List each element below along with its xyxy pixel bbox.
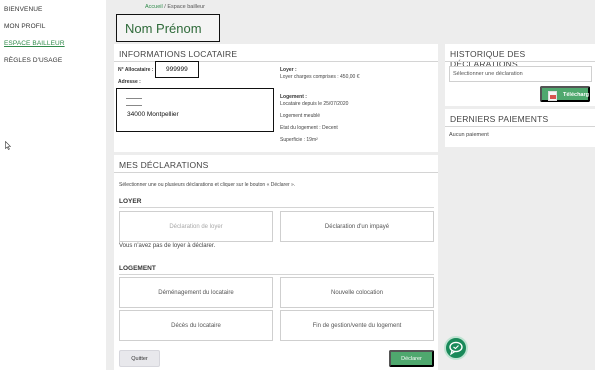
chat-bubble-icon[interactable] bbox=[444, 336, 468, 360]
breadcrumb: Accueil / Espace bailleur bbox=[145, 4, 205, 10]
quit-button[interactable]: Quitter bbox=[119, 350, 160, 367]
tile-declaration-loyer[interactable]: Déclaration de loyer bbox=[119, 211, 273, 242]
nav-item-regles-usage[interactable]: RÈGLES D'USAGE bbox=[4, 57, 62, 64]
section-logement-title: LOGEMENT bbox=[119, 265, 156, 272]
logement-furnished: Logement meublé bbox=[280, 113, 321, 119]
nav-item-espace-bailleur[interactable]: ESPACE BAILLEUR bbox=[4, 40, 65, 47]
declaration-select[interactable]: Sélectionner une déclaration bbox=[449, 66, 592, 82]
address-box: 34000 Montpellier bbox=[116, 88, 274, 132]
declarations-title: MES DÉCLARATIONS bbox=[119, 160, 209, 170]
card-divider bbox=[445, 61, 595, 62]
mouse-pointer-icon bbox=[5, 141, 11, 150]
address-line-redacted bbox=[126, 98, 142, 99]
address-label: Adresse : bbox=[118, 79, 141, 85]
breadcrumb-current: Espace bailleur bbox=[167, 4, 205, 10]
address-city: 34000 Montpellier bbox=[127, 111, 179, 118]
payments-card: DERNIERS PAIEMENTS Aucun paiement bbox=[445, 109, 595, 147]
logement-surface: Superficie : 19m² bbox=[280, 137, 318, 143]
declarations-intro: Sélectionner une ou plusieurs déclaratio… bbox=[119, 182, 296, 188]
logement-since: Locataire depuis le 25/07/2020 bbox=[280, 101, 349, 107]
loyer-label: Loyer : bbox=[280, 67, 297, 73]
payments-title: DERNIERS PAIEMENTS bbox=[450, 114, 549, 124]
breadcrumb-home-link[interactable]: Accueil bbox=[145, 4, 163, 10]
nav-item-mon-profil[interactable]: MON PROFIL bbox=[4, 23, 45, 30]
card-divider bbox=[445, 126, 595, 127]
card-divider bbox=[114, 172, 438, 173]
tile-deces-locataire[interactable]: Décès du locataire bbox=[119, 310, 273, 341]
logement-label: Logement : bbox=[280, 94, 307, 100]
loyer-value: Loyer charges comprises : 450,00 € bbox=[280, 74, 360, 80]
page-bottom-edge bbox=[0, 370, 605, 376]
address-line-redacted bbox=[126, 105, 142, 106]
excel-file-icon bbox=[548, 91, 557, 101]
download-button[interactable]: Télécharg bbox=[540, 86, 590, 102]
chat-glyph bbox=[449, 341, 463, 356]
payments-empty: Aucun paiement bbox=[449, 132, 489, 138]
logement-state: Etat du logement : Decent bbox=[280, 125, 338, 131]
declare-button[interactable]: Déclarer bbox=[389, 350, 434, 367]
tile-nouvelle-colocation[interactable]: Nouvelle colocation bbox=[280, 277, 434, 308]
section-divider bbox=[119, 274, 434, 275]
page-edge bbox=[595, 0, 605, 376]
tile-demenagement[interactable]: Déménagement du locataire bbox=[119, 277, 273, 308]
nav-item-bienvenue[interactable]: BIENVENUE bbox=[4, 6, 42, 13]
tile-fin-gestion[interactable]: Fin de gestion/vente du logement bbox=[280, 310, 434, 341]
alloc-label: N° Allocataire : bbox=[118, 67, 154, 73]
alloc-number-value: 999999 bbox=[155, 61, 199, 78]
tenant-info-title: INFORMATIONS LOCATAIRE bbox=[119, 49, 238, 59]
user-name-heading: Nom Prénom bbox=[116, 14, 220, 42]
section-divider bbox=[119, 207, 434, 208]
loyer-note: Vous n'avez pas de loyer à déclarer. bbox=[119, 243, 216, 249]
section-loyer-title: LOYER bbox=[119, 198, 142, 205]
side-nav: BIENVENUE MON PROFIL ESPACE BAILLEUR RÈG… bbox=[0, 0, 106, 376]
download-label: Télécharg bbox=[563, 92, 589, 98]
tile-declaration-impaye[interactable]: Déclaration d'un impayé bbox=[280, 211, 434, 242]
